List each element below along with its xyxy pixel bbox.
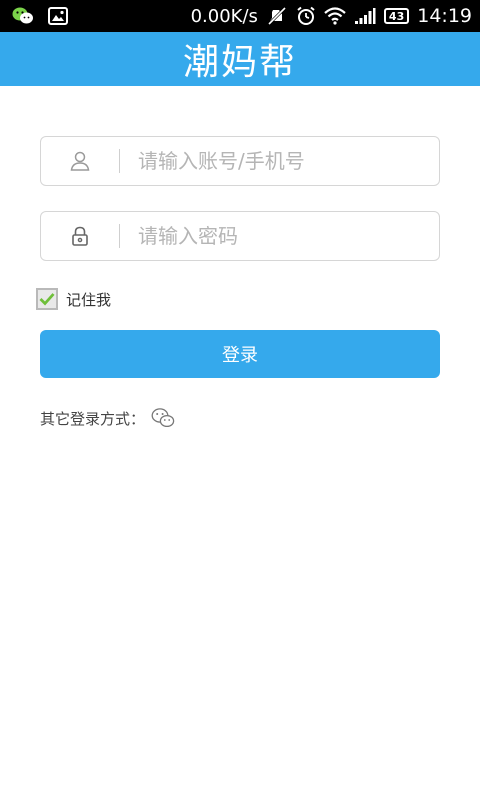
- other-login-methods: 其它登录方式：: [40, 407, 175, 429]
- password-field[interactable]: [40, 211, 440, 261]
- alarm-icon: [296, 6, 316, 26]
- checkmark-icon: [39, 293, 55, 306]
- remember-me[interactable]: 记住我: [36, 288, 111, 310]
- signal-icon: [354, 7, 376, 25]
- wechat-login-icon[interactable]: [151, 407, 175, 429]
- username-input[interactable]: [138, 149, 418, 173]
- battery-icon: 43: [383, 8, 410, 24]
- app-title: 潮妈帮: [182, 42, 297, 83]
- network-speed: 0.00K/s: [190, 5, 258, 27]
- mute-icon: [266, 6, 288, 26]
- user-icon: [41, 150, 119, 172]
- wechat-notification-icon: [12, 6, 34, 26]
- image-notification-icon: [48, 7, 68, 25]
- field-divider: [119, 149, 120, 173]
- remember-checkbox[interactable]: [36, 288, 58, 310]
- wifi-icon: [324, 7, 346, 25]
- other-login-label: 其它登录方式：: [40, 409, 146, 428]
- status-clock: 14:19: [417, 5, 472, 27]
- username-field[interactable]: [40, 136, 440, 186]
- password-input[interactable]: [138, 224, 418, 248]
- lock-icon: [41, 225, 119, 247]
- status-bar: 0.00K/s 43 14:19: [0, 0, 480, 32]
- remember-label: 记住我: [66, 290, 112, 309]
- field-divider: [119, 224, 120, 248]
- login-button[interactable]: 登录: [40, 330, 440, 378]
- app-header: 潮妈帮: [0, 32, 480, 86]
